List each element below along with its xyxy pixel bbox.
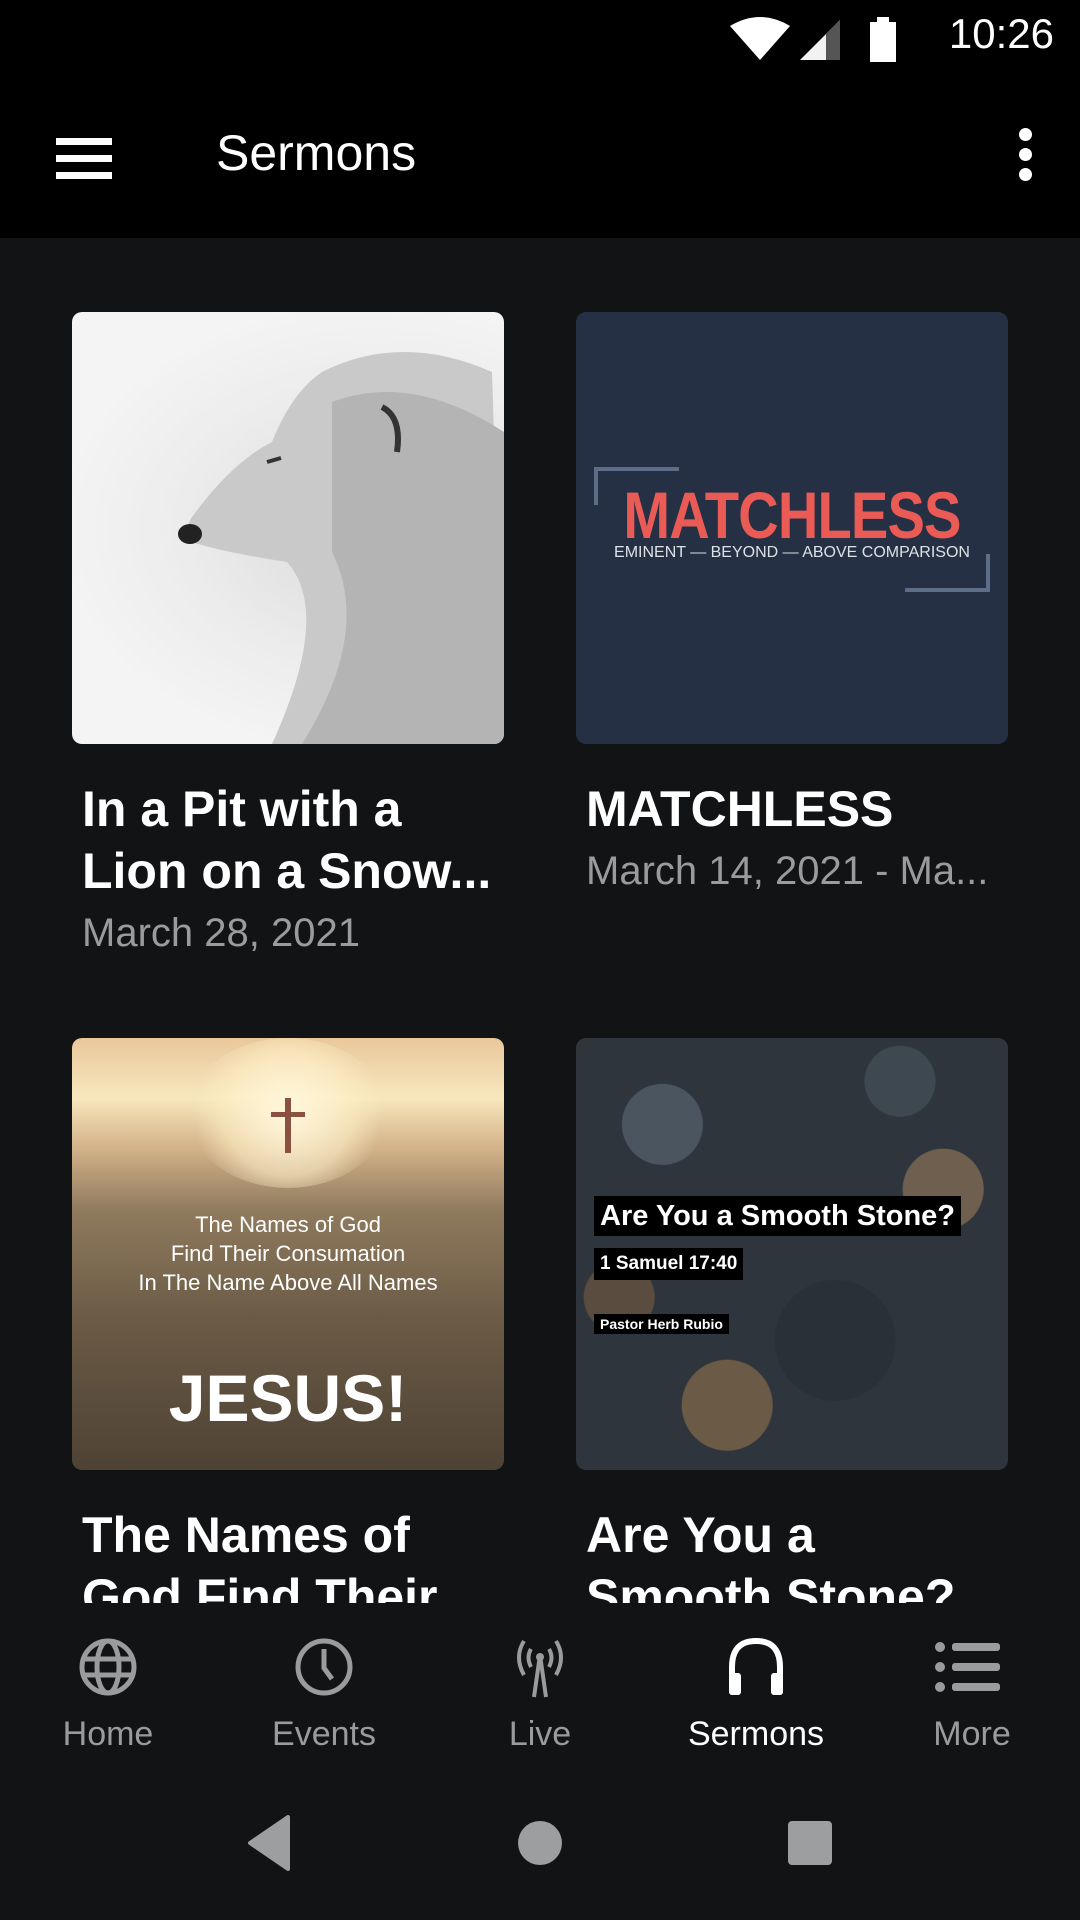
list-icon xyxy=(935,1642,1000,1692)
art-heading: Are You a Smooth Stone? xyxy=(594,1196,962,1236)
matchless-graphic: MATCHLESS EMINENT — BEYOND — ABOVE COMPA… xyxy=(576,312,1008,744)
nav-label: More xyxy=(933,1715,1011,1753)
sermon-card[interactable]: In a Pit with a Lion on a Snow... March … xyxy=(72,312,504,964)
art-verse: 1 Samuel 17:40 xyxy=(594,1248,744,1280)
sermon-card[interactable]: The Names of God Find Their Consumation … xyxy=(72,1038,504,1603)
nav-label: Sermons xyxy=(687,1715,825,1753)
art-text: The Names of God Find Their Consumation … xyxy=(138,1212,438,1295)
cross-field-photo: The Names of God Find Their Consumation … xyxy=(72,1038,504,1470)
status-time: 10:26 xyxy=(948,10,1054,57)
sermon-title: The Names of God Find Their ... xyxy=(82,1507,494,1603)
hamburger-menu-icon[interactable] xyxy=(40,126,130,186)
page-title: Sermons xyxy=(216,125,417,181)
status-icons xyxy=(730,17,896,62)
sermon-card[interactable]: Are You a Smooth Stone? 1 Samuel 17:40 P… xyxy=(576,1038,1008,1603)
lion-photo xyxy=(72,312,504,744)
nav-live[interactable]: Live xyxy=(432,1603,648,1763)
status-bar: 10:26 xyxy=(0,0,1080,78)
back-icon[interactable] xyxy=(228,1803,308,1883)
nav-label: Live xyxy=(508,1715,572,1753)
bottom-nav: Home Events Live Sermons More xyxy=(0,1603,1080,1763)
sermon-title: MATCHLESS xyxy=(586,781,894,837)
art-speaker: Pastor Herb Rubio xyxy=(594,1314,729,1334)
headphones-icon xyxy=(729,1637,783,1695)
cross-icon xyxy=(285,1098,291,1153)
more-vert-icon[interactable] xyxy=(1000,124,1050,188)
clock-icon xyxy=(295,1638,353,1696)
nav-label: Home xyxy=(62,1715,154,1753)
art-heading: MATCHLESS xyxy=(623,478,961,552)
nav-home[interactable]: Home xyxy=(0,1603,216,1763)
nav-label: Events xyxy=(272,1715,376,1753)
sermon-card[interactable]: MATCHLESS EMINENT — BEYOND — ABOVE COMPA… xyxy=(576,312,1008,902)
recents-square-icon[interactable] xyxy=(770,1803,850,1883)
sermon-grid[interactable]: In a Pit with a Lion on a Snow... March … xyxy=(0,238,1080,1603)
broadcast-tower-icon xyxy=(517,1639,563,1698)
stones-photo: Are You a Smooth Stone? 1 Samuel 17:40 P… xyxy=(576,1038,1008,1470)
sermon-title: In a Pit with a Lion on a Snow... xyxy=(82,781,492,899)
bracket-decoration xyxy=(905,554,990,592)
sermon-title: Are You a Smooth Stone? xyxy=(586,1507,956,1603)
sermon-date: March 28, 2021 xyxy=(82,911,360,955)
nav-sermons[interactable]: Sermons xyxy=(648,1603,864,1763)
app-bar: Sermons xyxy=(0,78,1080,238)
nav-events[interactable]: Events xyxy=(216,1603,432,1763)
art-heading: JESUS! xyxy=(168,1361,408,1435)
sermon-date: March 14, 2021 - Ma... xyxy=(586,849,989,893)
battery-icon xyxy=(870,17,896,62)
wifi-icon xyxy=(730,17,790,60)
nav-more[interactable]: More xyxy=(864,1603,1080,1763)
home-circle-icon[interactable] xyxy=(500,1803,580,1883)
globe-icon xyxy=(79,1638,137,1696)
system-nav-bar xyxy=(0,1763,1080,1920)
